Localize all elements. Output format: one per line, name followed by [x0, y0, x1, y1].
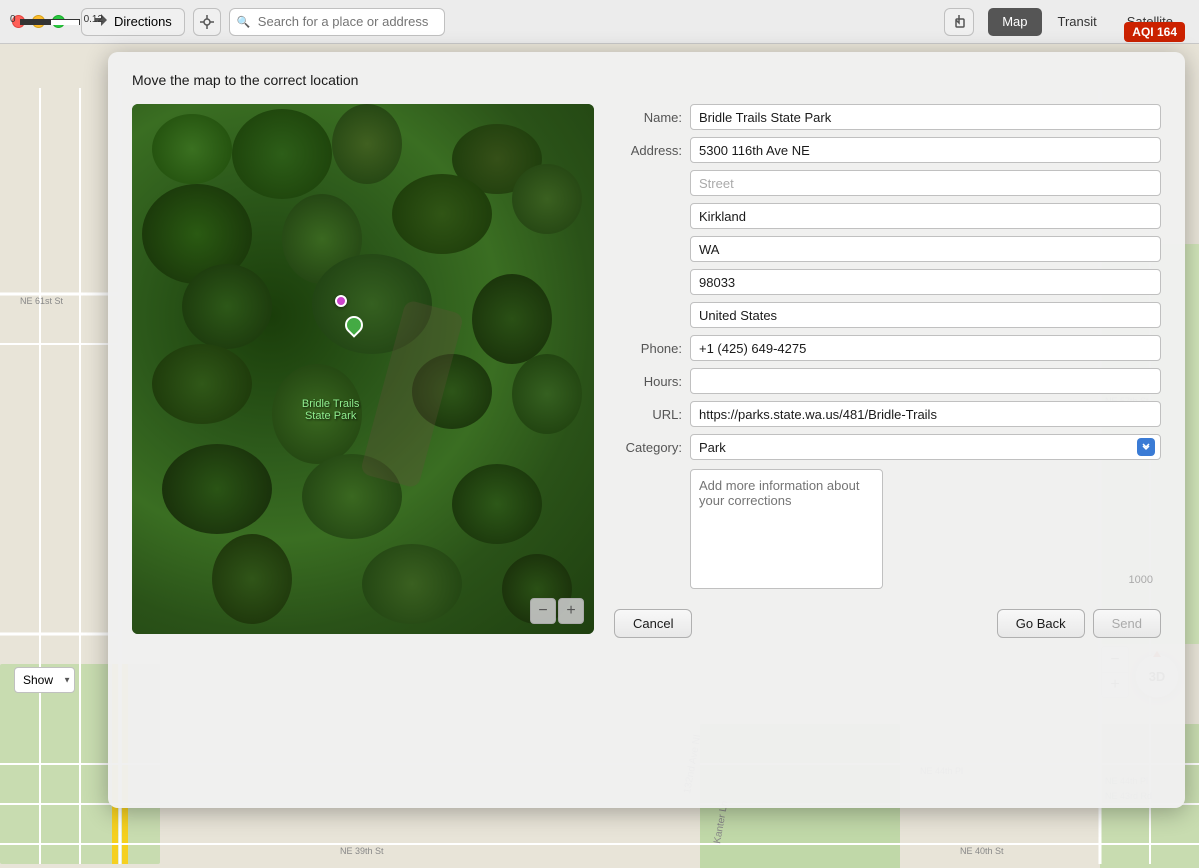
address-label: Address:	[614, 143, 682, 158]
name-label: Name:	[614, 110, 682, 125]
zip-row	[614, 269, 1161, 295]
search-input[interactable]	[229, 8, 445, 36]
country-input[interactable]	[690, 302, 1161, 328]
search-wrapper	[229, 8, 936, 36]
button-group: Go Back Send	[997, 609, 1161, 638]
svg-text:NE 39th St: NE 39th St	[340, 846, 384, 856]
city-row	[614, 203, 1161, 229]
zoom-controls: − +	[530, 598, 584, 624]
state-input[interactable]	[690, 236, 1161, 262]
city-input[interactable]	[690, 203, 1161, 229]
sat-map-label: Bridle TrailsState Park	[302, 398, 359, 422]
phone-row: Phone:	[614, 335, 1161, 361]
street-input[interactable]	[690, 170, 1161, 196]
category-select[interactable]: Park Restaurant Hotel Store Gas Station …	[690, 434, 1161, 460]
location-button[interactable]	[193, 8, 221, 36]
phone-label: Phone:	[614, 341, 682, 356]
satellite-map[interactable]: Bridle TrailsState Park − +	[132, 104, 594, 634]
name-input[interactable]	[690, 104, 1161, 130]
go-back-button[interactable]: Go Back	[997, 609, 1085, 638]
show-select[interactable]: Show	[14, 667, 75, 693]
directions-label: Directions	[114, 14, 172, 29]
country-row	[614, 302, 1161, 328]
sat-map-inner: Bridle TrailsState Park − +	[132, 104, 594, 634]
category-row: Category: Park Restaurant Hotel Store Ga…	[614, 434, 1161, 460]
correction-panel: Move the map to the correct location	[108, 52, 1185, 808]
zoom-in-button[interactable]: +	[558, 598, 584, 624]
panel-buttons: Cancel Go Back Send	[614, 609, 1161, 638]
notes-row: 1000	[614, 469, 1161, 592]
phone-input[interactable]	[690, 335, 1161, 361]
zip-input[interactable]	[690, 269, 1161, 295]
url-label: URL:	[614, 407, 682, 422]
panel-title: Move the map to the correct location	[132, 72, 1161, 88]
panel-body: Bridle TrailsState Park − + Name: Addres…	[132, 104, 1161, 780]
form-area: Name: Address:	[614, 104, 1161, 780]
hours-label: Hours:	[614, 374, 682, 389]
address-row: Address:	[614, 137, 1161, 163]
category-label: Category:	[614, 440, 682, 455]
category-wrapper: Park Restaurant Hotel Store Gas Station …	[690, 434, 1161, 460]
send-button[interactable]: Send	[1093, 609, 1161, 638]
name-row: Name:	[614, 104, 1161, 130]
state-row	[614, 236, 1161, 262]
titlebar: Directions Map Transit Satellite	[0, 0, 1199, 44]
svg-text:NE 40th St: NE 40th St	[960, 846, 1004, 856]
address-input[interactable]	[690, 137, 1161, 163]
svg-text:NE 61st St: NE 61st St	[20, 296, 64, 306]
zoom-out-button[interactable]: −	[530, 598, 556, 624]
url-row: URL:	[614, 401, 1161, 427]
hours-input[interactable]	[690, 368, 1161, 394]
street-row	[614, 170, 1161, 196]
aqi-badge: AQI 164	[1124, 22, 1185, 42]
map-pin-purple	[335, 295, 347, 307]
show-dropdown: Show ▼	[14, 667, 75, 693]
cancel-button[interactable]: Cancel	[614, 609, 692, 638]
notes-textarea[interactable]	[690, 469, 883, 589]
tab-map[interactable]: Map	[988, 8, 1041, 36]
notes-wrapper: 1000	[690, 469, 1161, 592]
char-count: 1000	[1129, 574, 1153, 586]
tab-transit[interactable]: Transit	[1044, 8, 1111, 36]
scale-bar: 0 0.12	[10, 14, 103, 25]
url-input[interactable]	[690, 401, 1161, 427]
share-button[interactable]	[944, 8, 974, 36]
hours-row: Hours:	[614, 368, 1161, 394]
